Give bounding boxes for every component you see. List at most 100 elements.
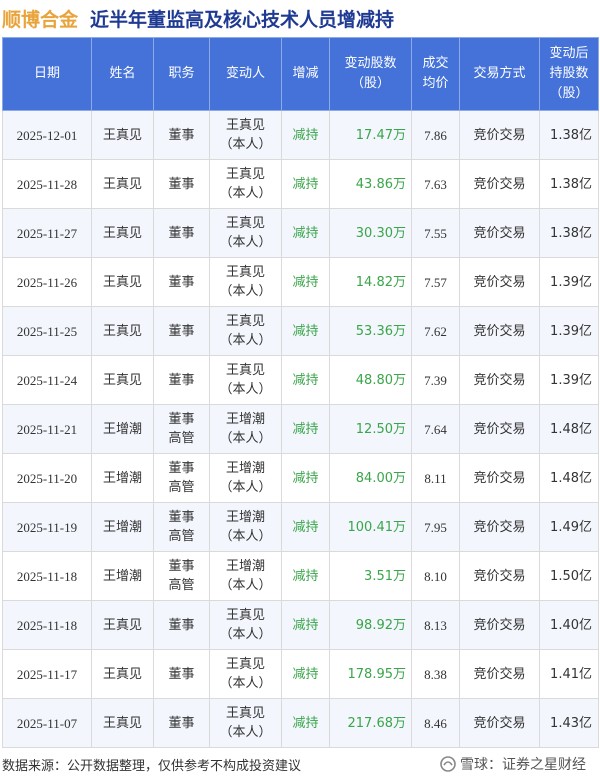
cell-name: 王真见 xyxy=(91,306,154,356)
cell-name: 王增潮 xyxy=(91,453,154,503)
cell-role: 董事 xyxy=(153,257,210,307)
cell-balance: 1.40亿 xyxy=(539,600,599,650)
cell-balance: 1.49亿 xyxy=(539,502,599,552)
cell-method: 竞价交易 xyxy=(459,502,540,552)
col-header-balance: 变动后 持股数 （股） xyxy=(539,37,599,111)
table-header-row: 日期 姓名 职务 变动人 增减 变动股数 （股） 成交 均价 交易方式 变动后 … xyxy=(2,37,599,111)
col-header-date: 日期 xyxy=(2,37,92,111)
cell-type: 减持 xyxy=(281,649,330,699)
cell-role: 董事 高管 xyxy=(153,502,210,552)
cell-price: 7.86 xyxy=(411,110,460,160)
cell-type: 减持 xyxy=(281,453,330,503)
company-name: 顺博合金 xyxy=(2,8,79,31)
table-row: 2025-11-28 王真见 董事 王真见 （本人） 减持 43.86万 7.63 竞价交易 1… xyxy=(2,159,599,209)
cell-role: 董事 xyxy=(153,208,210,258)
cell-type: 减持 xyxy=(281,551,330,601)
cell-role: 董事 高管 xyxy=(153,404,210,454)
cell-method: 竞价交易 xyxy=(459,208,540,258)
cell-method: 竞价交易 xyxy=(459,649,540,699)
cell-method: 竞价交易 xyxy=(459,257,540,307)
cell-name: 王增潮 xyxy=(91,502,154,552)
cell-balance: 1.41亿 xyxy=(539,649,599,699)
table-row: 2025-11-21 王增潮 董事 高管 王增潮 （本人） 减持 12.50万 7.64 竞价… xyxy=(2,404,599,454)
table-row: 2025-11-24 王真见 董事 王真见 （本人） 减持 48.80万 7.39 竞价交易 1… xyxy=(2,355,599,405)
cell-role: 董事 xyxy=(153,159,210,209)
cell-price: 8.13 xyxy=(411,600,460,650)
cell-price: 8.11 xyxy=(411,453,460,503)
cell-method: 竞价交易 xyxy=(459,600,540,650)
cell-balance: 1.50亿 xyxy=(539,551,599,601)
cell-price: 7.55 xyxy=(411,208,460,258)
cell-date: 2025-11-28 xyxy=(2,159,92,209)
cell-balance: 1.39亿 xyxy=(539,355,599,405)
cell-date: 2025-11-18 xyxy=(2,551,92,601)
cell-role: 董事 xyxy=(153,306,210,356)
table-row: 2025-11-17 王真见 董事 王真见 （本人） 减持 178.95万 8.38 竞价交易… xyxy=(2,649,599,699)
cell-name: 王增潮 xyxy=(91,404,154,454)
cell-shares: 14.82万 xyxy=(329,257,412,307)
cell-balance: 1.38亿 xyxy=(539,159,599,209)
cell-person: 王真见 （本人） xyxy=(209,110,282,160)
cell-name: 王真见 xyxy=(91,649,154,699)
cell-person: 王真见 （本人） xyxy=(209,649,282,699)
cell-name: 王真见 xyxy=(91,159,154,209)
cell-role: 董事 xyxy=(153,110,210,160)
table-row: 2025-11-18 王增潮 董事 高管 王增潮 （本人） 减持 3.51万 8.10 竞价交… xyxy=(2,551,599,601)
cell-type: 减持 xyxy=(281,698,330,748)
data-source-note: 数据来源：公开数据整理，仅供参考不构成投资建议 xyxy=(2,758,302,774)
brand-watermark: 雪球：证券之星财经 xyxy=(440,754,586,774)
cell-price: 7.57 xyxy=(411,257,460,307)
cell-date: 2025-11-26 xyxy=(2,257,92,307)
col-header-role: 职务 xyxy=(153,37,210,111)
cell-name: 王真见 xyxy=(91,110,154,160)
footer: 数据来源：公开数据整理，仅供参考不构成投资建议 雪球：证券之星财经 xyxy=(0,751,600,777)
cell-balance: 1.48亿 xyxy=(539,453,599,503)
cell-name: 王真见 xyxy=(91,355,154,405)
cell-person: 王真见 （本人） xyxy=(209,355,282,405)
cell-shares: 84.00万 xyxy=(329,453,412,503)
cell-shares: 12.50万 xyxy=(329,404,412,454)
cell-method: 竞价交易 xyxy=(459,453,540,503)
cell-person: 王增潮 （本人） xyxy=(209,551,282,601)
cell-name: 王增潮 xyxy=(91,551,154,601)
cell-method: 竞价交易 xyxy=(459,159,540,209)
cell-date: 2025-11-19 xyxy=(2,502,92,552)
cell-name: 王真见 xyxy=(91,257,154,307)
cell-type: 减持 xyxy=(281,502,330,552)
cell-shares: 43.86万 xyxy=(329,159,412,209)
cell-date: 2025-11-25 xyxy=(2,306,92,356)
cell-type: 减持 xyxy=(281,159,330,209)
cell-price: 7.62 xyxy=(411,306,460,356)
cell-name: 王真见 xyxy=(91,208,154,258)
cell-role: 董事 xyxy=(153,698,210,748)
page-title: 顺博合金 近半年董监高及核心技术人员增减持 xyxy=(0,0,600,36)
cell-name: 王真见 xyxy=(91,698,154,748)
cell-date: 2025-11-21 xyxy=(2,404,92,454)
col-header-person: 变动人 xyxy=(209,37,282,111)
table-row: 2025-11-07 王真见 董事 王真见 （本人） 减持 217.68万 8.46 竞价交易… xyxy=(2,698,599,748)
cell-price: 8.46 xyxy=(411,698,460,748)
col-header-shares: 变动股数 （股） xyxy=(329,37,412,111)
cell-price: 7.39 xyxy=(411,355,460,405)
cell-balance: 1.43亿 xyxy=(539,698,599,748)
cell-shares: 3.51万 xyxy=(329,551,412,601)
table-row: 2025-11-25 王真见 董事 王真见 （本人） 减持 53.36万 7.62 竞价交易 1… xyxy=(2,306,599,356)
cell-method: 竞价交易 xyxy=(459,404,540,454)
cell-person: 王真见 （本人） xyxy=(209,306,282,356)
cell-price: 8.10 xyxy=(411,551,460,601)
table-row: 2025-11-19 王增潮 董事 高管 王增潮 （本人） 减持 100.41万 7.95 竞… xyxy=(2,502,599,552)
cell-date: 2025-11-24 xyxy=(2,355,92,405)
brand-text: 雪球：证券之星财经 xyxy=(460,757,586,773)
cell-type: 减持 xyxy=(281,355,330,405)
cell-role: 董事 xyxy=(153,355,210,405)
cell-person: 王增潮 （本人） xyxy=(209,453,282,503)
cell-date: 2025-11-17 xyxy=(2,649,92,699)
snowball-icon xyxy=(440,756,456,772)
cell-name: 王真见 xyxy=(91,600,154,650)
cell-role: 董事 xyxy=(153,600,210,650)
col-header-type: 增减 xyxy=(281,37,330,111)
report-subject: 近半年董监高及核心技术人员增减持 xyxy=(90,8,395,31)
table-row: 2025-11-26 王真见 董事 王真见 （本人） 减持 14.82万 7.57 竞价交易 1… xyxy=(2,257,599,307)
table-row: 2025-11-20 王增潮 董事 高管 王增潮 （本人） 减持 84.00万 8.11 竞价… xyxy=(2,453,599,503)
cell-person: 王真见 （本人） xyxy=(209,257,282,307)
